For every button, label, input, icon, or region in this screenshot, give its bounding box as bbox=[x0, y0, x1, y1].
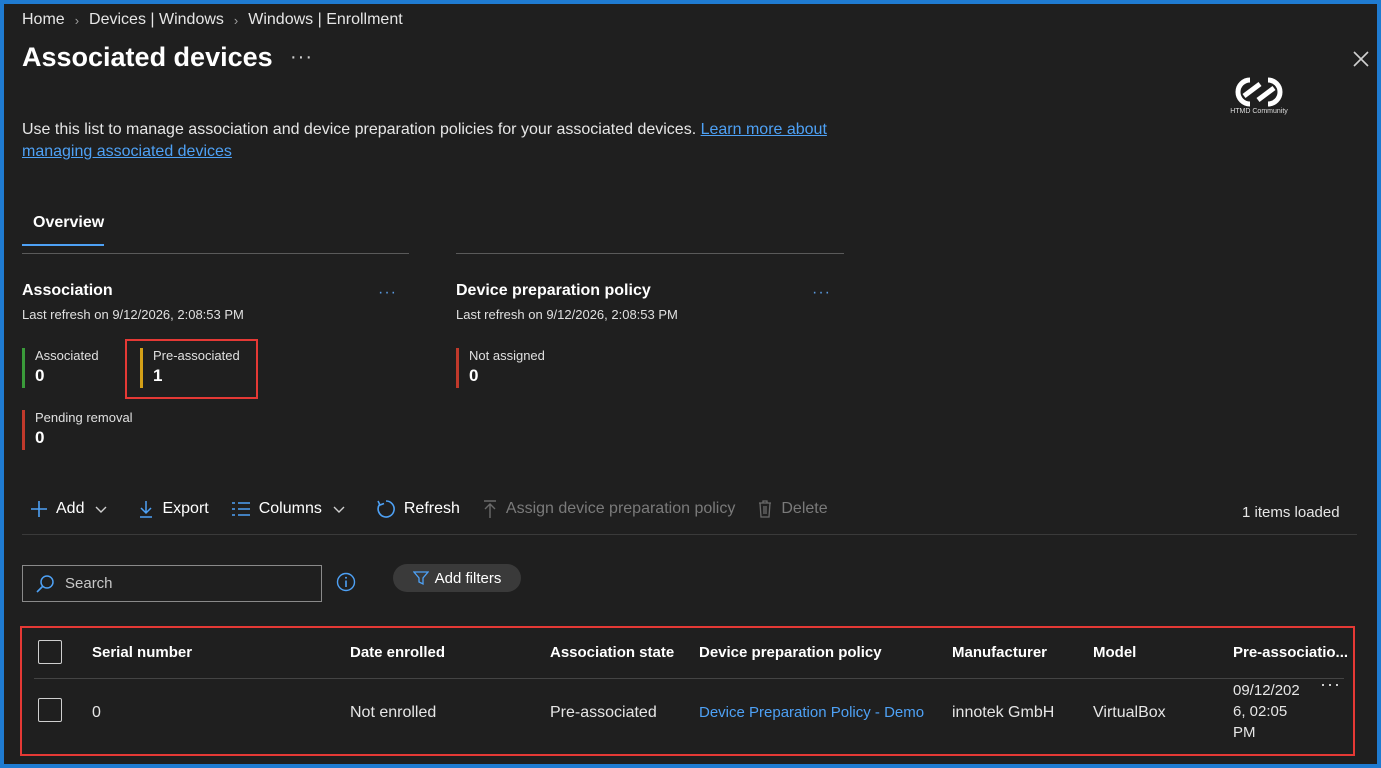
column-header-manufacturer[interactable]: Manufacturer bbox=[952, 644, 1047, 661]
add-label: Add bbox=[56, 500, 85, 517]
pre-association-line: 09/12/202 bbox=[1233, 682, 1300, 699]
breadcrumb-windows-enrollment[interactable]: Windows | Enrollment bbox=[248, 11, 402, 29]
association-card-title: Association bbox=[22, 282, 113, 299]
column-header-date-enrolled[interactable]: Date enrolled bbox=[350, 644, 445, 661]
prep-policy-more-button[interactable]: ··· bbox=[812, 284, 831, 302]
metric-value: 0 bbox=[35, 366, 45, 385]
delete-label: Delete bbox=[781, 500, 828, 517]
download-icon bbox=[140, 501, 153, 518]
cell-manufacturer: innotek GmbH bbox=[952, 704, 1055, 721]
metric-pre-associated[interactable]: Pre-associated 1 bbox=[140, 348, 240, 388]
cell-association-state: Pre-associated bbox=[550, 704, 657, 721]
refresh-button[interactable]: Refresh bbox=[376, 499, 460, 519]
delete-button[interactable]: Delete bbox=[757, 499, 828, 519]
tab-overview[interactable]: Overview bbox=[33, 214, 104, 232]
trash-icon bbox=[759, 500, 772, 518]
metric-value: 1 bbox=[153, 366, 163, 385]
association-last-refresh: Last refresh on 9/12/2026, 2:08:53 PM bbox=[22, 307, 244, 322]
add-filters-label: Add filters bbox=[434, 569, 502, 587]
cell-pre-association-date: 09/12/202 6, 02:05 PM bbox=[1233, 680, 1300, 743]
metric-pending-removal[interactable]: Pending removal 0 bbox=[22, 410, 133, 450]
metric-value: 0 bbox=[35, 428, 45, 447]
add-button[interactable]: Add bbox=[30, 500, 116, 518]
chevron-right-icon: › bbox=[233, 12, 239, 28]
refresh-icon bbox=[377, 500, 395, 518]
column-header-model[interactable]: Model bbox=[1093, 644, 1136, 661]
columns-label: Columns bbox=[258, 500, 322, 517]
column-header-pre-association[interactable]: Pre-associatio... bbox=[1233, 644, 1348, 661]
description-text: Use this list to manage association and … bbox=[22, 121, 697, 138]
cell-serial: 0 bbox=[92, 704, 101, 721]
metric-not-assigned[interactable]: Not assigned 0 bbox=[456, 348, 545, 388]
chevron-down-icon bbox=[95, 506, 107, 513]
metric-label: Pending removal bbox=[35, 410, 133, 425]
close-icon bbox=[1353, 51, 1369, 67]
cell-model: VirtualBox bbox=[1093, 704, 1166, 721]
tab-selected-indicator bbox=[22, 244, 104, 246]
chevron-down-icon bbox=[333, 506, 345, 513]
columns-button[interactable]: Columns bbox=[231, 500, 354, 518]
metric-label: Pre-associated bbox=[153, 348, 240, 363]
command-bar: Add Export Columns Refresh Assign device… bbox=[30, 499, 850, 519]
column-header-prep-policy[interactable]: Device preparation policy bbox=[699, 644, 882, 661]
devices-table-highlight bbox=[20, 626, 1355, 756]
cell-prep-policy-link[interactable]: Device Preparation Policy - Demo bbox=[699, 704, 924, 721]
blade-panel: Home › Devices | Windows › Windows | Enr… bbox=[4, 4, 1377, 764]
column-header-serial[interactable]: Serial number bbox=[92, 644, 192, 661]
row-more-button[interactable]: ··· bbox=[1320, 674, 1341, 695]
search-icon bbox=[36, 574, 54, 593]
logo-caption: HTMD Community bbox=[1230, 108, 1288, 115]
items-loaded-count: 1 items loaded bbox=[1242, 504, 1340, 521]
info-button[interactable] bbox=[336, 572, 356, 597]
row-checkbox[interactable] bbox=[38, 698, 62, 722]
pre-association-line: 6, 02:05 bbox=[1233, 703, 1288, 720]
export-button[interactable]: Export bbox=[138, 500, 209, 518]
metric-label: Associated bbox=[35, 348, 99, 363]
prep-policy-last-refresh: Last refresh on 9/12/2026, 2:08:53 PM bbox=[456, 307, 678, 322]
toolbar-divider bbox=[22, 534, 1357, 535]
upload-icon bbox=[483, 500, 496, 518]
page-title: Associated devices bbox=[22, 42, 273, 72]
pre-association-line: PM bbox=[1233, 724, 1256, 741]
more-options-button[interactable]: ··· bbox=[290, 46, 313, 69]
columns-icon bbox=[231, 502, 250, 516]
card-divider bbox=[22, 253, 409, 254]
metric-associated[interactable]: Associated 0 bbox=[22, 348, 99, 388]
metric-label: Not assigned bbox=[469, 348, 545, 363]
filter-icon bbox=[412, 571, 429, 586]
cell-date-enrolled: Not enrolled bbox=[350, 704, 437, 721]
breadcrumb: Home › Devices | Windows › Windows | Enr… bbox=[22, 11, 403, 29]
plus-icon bbox=[31, 501, 47, 517]
assign-policy-label: Assign device preparation policy bbox=[505, 500, 736, 517]
header-divider bbox=[34, 678, 1344, 679]
select-all-checkbox[interactable] bbox=[38, 640, 62, 664]
refresh-label: Refresh bbox=[403, 500, 460, 517]
export-label: Export bbox=[162, 500, 209, 517]
association-more-button[interactable]: ··· bbox=[378, 284, 397, 302]
prep-policy-card-title: Device preparation policy bbox=[456, 282, 651, 299]
breadcrumb-devices-windows[interactable]: Devices | Windows bbox=[89, 11, 224, 29]
metric-value: 0 bbox=[469, 366, 479, 385]
card-divider bbox=[456, 253, 844, 254]
breadcrumb-home[interactable]: Home bbox=[22, 11, 65, 29]
info-icon bbox=[336, 572, 356, 592]
chevron-right-icon: › bbox=[74, 12, 80, 28]
search-box[interactable] bbox=[22, 565, 322, 602]
assign-policy-button[interactable]: Assign device preparation policy bbox=[482, 499, 735, 519]
add-filters-button[interactable]: Add filters bbox=[393, 564, 521, 592]
close-button[interactable] bbox=[1350, 48, 1372, 70]
column-header-association-state[interactable]: Association state bbox=[550, 644, 674, 661]
page-description: Use this list to manage association and … bbox=[22, 119, 862, 163]
search-input[interactable] bbox=[63, 574, 307, 593]
